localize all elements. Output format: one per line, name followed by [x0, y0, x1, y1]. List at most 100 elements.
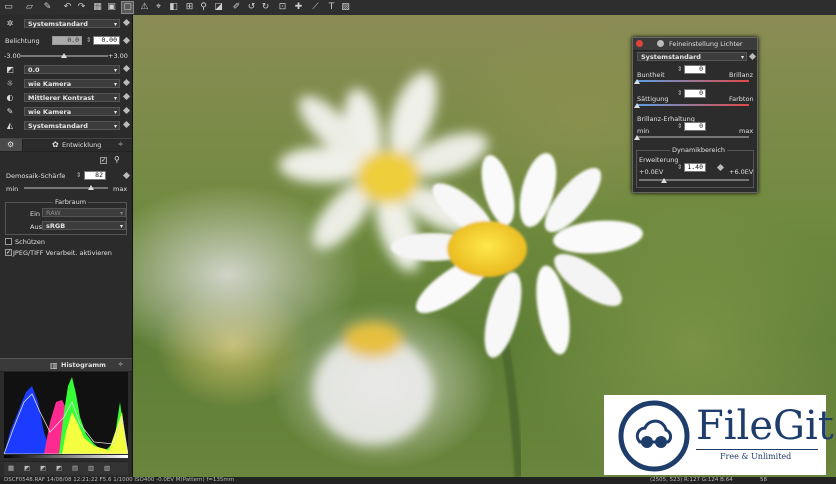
exposure-slider-thumb[interactable]: [61, 53, 67, 58]
colorspace-out-select[interactable]: sRGB ▾: [42, 221, 126, 230]
spinner-icon[interactable]: ⇕: [677, 89, 682, 97]
spinner-icon[interactable]: ⇕: [76, 171, 81, 179]
text-icon[interactable]: T: [326, 2, 337, 13]
histogram-header[interactable]: ▥ Histogramm ≑: [0, 358, 132, 372]
histogram-green-icon[interactable]: ◩: [40, 464, 46, 472]
edit-icon[interactable]: ✎: [42, 2, 53, 13]
toolbar: ▭ ▱ ✎ ↶ ↷ ▦ ▣ ▢ ⚠ ⌖ ◧ ⊞ ⚲ ◪ ✐ ↺ ↻ ⊡ ✚ ⟋ …: [0, 0, 836, 16]
colorspace-in-select: RAW ▾: [42, 208, 126, 217]
status-file-info: DSCF0548.RAF 14/08/08 12:21:22 F5.6 1/10…: [4, 477, 235, 483]
panel-menu-icon[interactable]: ≑: [118, 140, 123, 148]
brilliance-slider-thumb[interactable]: [634, 135, 640, 140]
development-header[interactable]: ⚙ ✿ Entwicklung ≑: [0, 138, 132, 152]
histogram-gradient-bar: [4, 455, 128, 458]
gear-icon: ✲: [6, 19, 14, 28]
panel-menu-icon[interactable]: ≑: [118, 360, 123, 368]
options-diamond-icon[interactable]: [122, 78, 131, 87]
brilliance-slider[interactable]: [637, 136, 749, 138]
grid-small-icon[interactable]: ▦: [92, 2, 103, 13]
shadows-select[interactable]: Systemstandard ▾: [24, 121, 120, 130]
histogram-title: Histogramm: [61, 361, 106, 369]
picture-control-select[interactable]: wie Kamera ▾: [24, 79, 120, 88]
grid-large-icon[interactable]: ▣: [106, 2, 117, 13]
wb-picker-icon[interactable]: ◪: [213, 2, 224, 13]
contrast-select[interactable]: Mittlerer Kontrast ▾: [24, 93, 120, 102]
exposure-options-icon[interactable]: [122, 36, 131, 45]
spinner-icon[interactable]: ⇕: [677, 65, 682, 73]
folder-open-icon[interactable]: ▭: [3, 2, 14, 13]
panel-options-icon[interactable]: [748, 52, 757, 61]
panel-preset-select[interactable]: Systemstandard ▾: [637, 52, 747, 61]
undo-icon[interactable]: ↶: [62, 2, 73, 13]
brightness-input[interactable]: 0: [684, 65, 706, 74]
development-checkbox[interactable]: ✓: [100, 157, 107, 164]
contrast-row: ◐ Mittlerer Kontrast ▾: [0, 92, 132, 104]
development-tab[interactable]: ⚙: [0, 139, 23, 151]
options-diamond-icon[interactable]: [122, 106, 131, 115]
saturation-slider[interactable]: [637, 104, 749, 106]
white-balance-select[interactable]: Systemstandard ▾: [24, 19, 120, 28]
rotate-right-icon[interactable]: ↻: [260, 2, 271, 13]
chevron-down-icon: ▾: [113, 21, 117, 28]
brightness-slider[interactable]: [637, 80, 749, 82]
grid-icon[interactable]: ⊞: [184, 2, 195, 13]
crosshair-icon[interactable]: ⌖: [153, 2, 164, 13]
brush-icon[interactable]: ✐: [231, 2, 242, 13]
spinner-icon[interactable]: ⇕: [86, 36, 91, 44]
mountain-icon: ◭: [6, 121, 14, 130]
brilliance-input[interactable]: 0: [684, 122, 706, 131]
range-title: Dynamikbereich: [670, 146, 728, 154]
extension-slider[interactable]: [639, 179, 749, 181]
picker-plus-icon[interactable]: ✚: [293, 2, 304, 13]
saturation-slider-thumb[interactable]: [634, 103, 640, 108]
histogram-levels-icon[interactable]: ▥: [88, 464, 94, 472]
straighten-icon[interactable]: ⟋: [310, 2, 321, 13]
filegit-watermark: FileGit Free & Unlimited: [604, 395, 834, 475]
protect-checkbox[interactable]: [5, 238, 12, 245]
histogram-settings-icon[interactable]: ▧: [104, 464, 110, 472]
jpeg-checkbox[interactable]: ✓: [5, 249, 12, 256]
options-diamond-icon[interactable]: [122, 64, 131, 73]
rotate-left-icon[interactable]: ↺: [246, 2, 257, 13]
vignette-row: ◩ 0.0 ▾: [0, 64, 132, 76]
compare-icon[interactable]: ◧: [168, 2, 179, 13]
spinner-icon[interactable]: ⇕: [677, 122, 682, 130]
redo-icon[interactable]: ↷: [76, 2, 87, 13]
options-diamond-icon[interactable]: [122, 92, 131, 101]
colorspace-title: Farbraum: [53, 198, 89, 206]
histogram-toolbar: ▦ ◩ ◩ ◩ ▤ ▥ ▧: [4, 461, 128, 475]
histogram-blue-icon[interactable]: ◩: [56, 464, 62, 472]
demosaic-min: min: [6, 185, 19, 193]
image-icon[interactable]: ▨: [340, 2, 351, 13]
histogram-luminance-icon[interactable]: ▤: [72, 464, 78, 472]
sharpening-row: ✎ wie Kamera ▾: [0, 106, 132, 118]
development-tool-icon[interactable]: ⚲: [114, 155, 120, 164]
saturation-input[interactable]: 0: [684, 89, 706, 98]
brilliance-max: max: [739, 127, 754, 135]
vignette-select[interactable]: 0.0 ▾: [24, 65, 120, 74]
demosaic-slider[interactable]: [24, 187, 108, 189]
close-icon[interactable]: [636, 40, 643, 47]
histogram-rgb-icon[interactable]: ▦: [8, 464, 14, 472]
highlights-panel: Feineinstellung Lichter Systemstandard ▾ …: [632, 37, 758, 193]
saturation-right-label: Farbton: [729, 95, 754, 103]
view-single-icon[interactable]: ▢: [121, 1, 134, 14]
spinner-icon[interactable]: ⇕: [677, 163, 682, 171]
crop-icon[interactable]: ⊡: [277, 2, 288, 13]
options-diamond-icon[interactable]: [122, 18, 131, 27]
exposure-input[interactable]: 0.00: [93, 36, 120, 45]
warning-icon[interactable]: ⚠: [139, 2, 150, 13]
brightness-label: Buntheit: [637, 71, 665, 79]
brightness-slider-thumb[interactable]: [634, 79, 640, 84]
demosaic-input[interactable]: 82: [84, 171, 106, 180]
picker-icon[interactable]: ⚲: [198, 2, 209, 13]
options-diamond-icon[interactable]: [122, 120, 131, 129]
histogram-red-icon[interactable]: ◩: [24, 464, 30, 472]
folder-save-icon[interactable]: ▱: [24, 2, 35, 13]
demosaic-slider-thumb[interactable]: [88, 185, 95, 190]
vignette-icon: ◩: [6, 65, 14, 74]
extension-slider-thumb[interactable]: [661, 178, 668, 183]
sharpening-select[interactable]: wie Kamera ▾: [24, 107, 120, 116]
demosaic-options-icon[interactable]: [122, 171, 131, 180]
extension-input[interactable]: 1.40: [684, 163, 706, 172]
